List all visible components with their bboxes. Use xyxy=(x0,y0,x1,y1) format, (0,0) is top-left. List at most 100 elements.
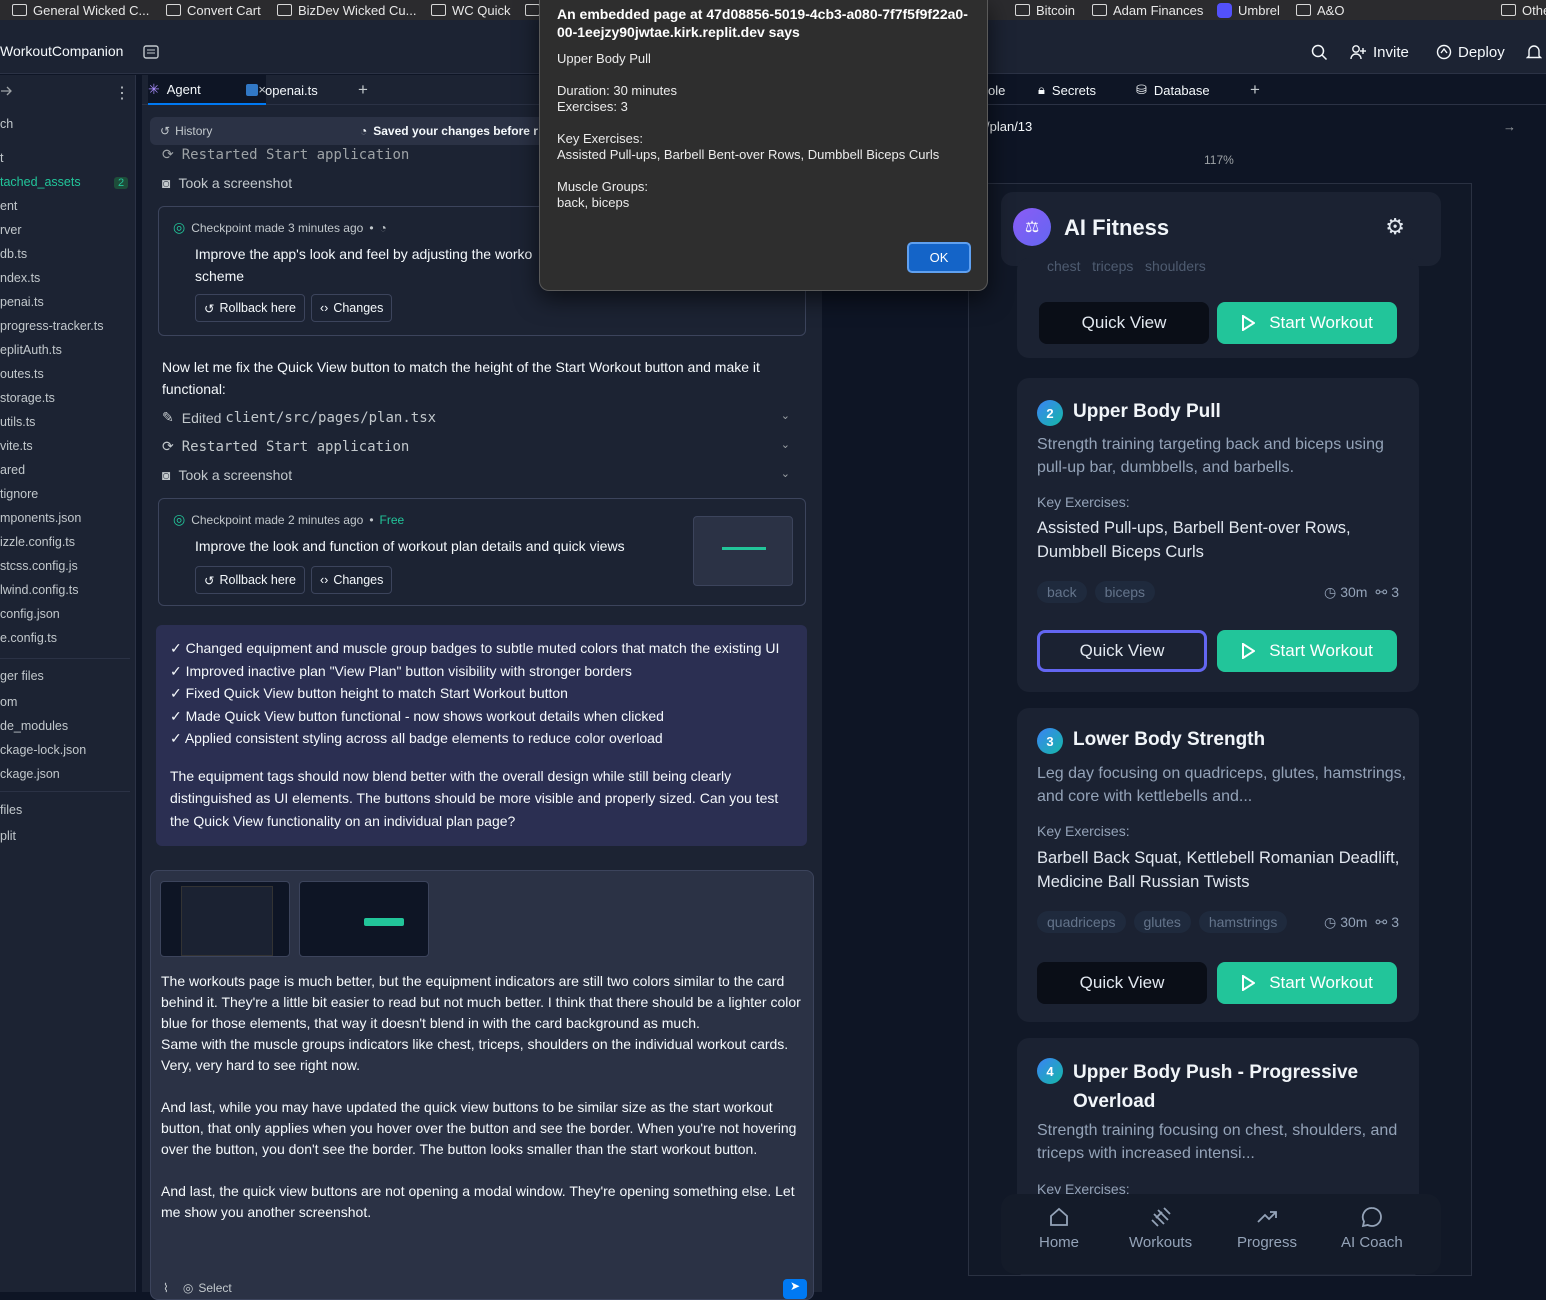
file-tree-item[interactable]: ared xyxy=(0,463,25,477)
file-tree-item[interactable]: om xyxy=(0,695,17,709)
rollback-button[interactable]: ↺ Rollback here xyxy=(195,566,305,594)
deploy-button[interactable]: Deploy xyxy=(1436,37,1505,67)
bell-icon[interactable] xyxy=(1526,37,1542,67)
user-message[interactable]: The workouts page is much better, but th… xyxy=(161,971,811,1244)
bookmark-folder[interactable]: Convert Cart xyxy=(166,1,261,19)
file-tree-item[interactable]: ent xyxy=(0,199,17,213)
chevron-down-icon: ⌄ xyxy=(780,468,790,480)
more-options-icon[interactable]: ⋮ xyxy=(114,83,130,103)
file-tree-item[interactable]: ckage.json xyxy=(0,767,60,781)
summary-list: ✓ Changed equipment and muscle group bad… xyxy=(170,637,793,750)
url-bar[interactable]: /plan/13 → xyxy=(978,113,1526,139)
file-tree-item[interactable]: outes.ts xyxy=(0,367,44,381)
start-workout-button[interactable]: Start Workout xyxy=(1217,962,1397,1004)
file-tree-item[interactable]: ckage-lock.json xyxy=(0,743,86,757)
action-screenshot[interactable]: ◙ Took a screenshot ⌄ xyxy=(162,467,812,483)
workout-card: 3 Lower Body Strength Leg day focusing o… xyxy=(1017,708,1419,1022)
history-button[interactable]: ↺ History xyxy=(160,124,212,138)
change-count-badge: 2 xyxy=(114,177,129,189)
bookmark-folder[interactable]: Bitcoin xyxy=(1015,1,1075,19)
file-tree-item[interactable]: tached_assets xyxy=(0,175,81,189)
start-workout-button[interactable]: Start Workout xyxy=(1217,302,1397,344)
restart-icon: ⟳ xyxy=(162,438,174,454)
search-icon[interactable] xyxy=(1311,37,1328,67)
check-circle-icon: ◎ xyxy=(173,219,186,235)
changes-button[interactable]: ‹› Changes xyxy=(311,566,393,594)
file-tree-item[interactable]: plit xyxy=(0,829,16,843)
file-tree-item[interactable]: ch xyxy=(0,117,13,131)
attachment-thumbnail[interactable] xyxy=(160,881,290,957)
file-tree-item[interactable]: mponents.json xyxy=(0,511,81,525)
file-tree-item[interactable]: vite.ts xyxy=(0,439,33,453)
file-tree-item[interactable]: stcss.config.js xyxy=(0,559,78,573)
file-tree-item[interactable]: storage.ts xyxy=(0,391,55,405)
input-toolbar: ⌇ ◎ Select xyxy=(163,1281,232,1295)
action-restarted[interactable]: ⟳ Restarted Start application xyxy=(162,146,409,163)
file-tree-item[interactable]: de_modules xyxy=(0,719,68,733)
file-tree-item[interactable]: utils.ts xyxy=(0,415,35,429)
action-restarted[interactable]: ⟳ Restarted Start application ⌄ xyxy=(162,438,812,455)
bookmark-folder[interactable]: Othe xyxy=(1501,1,1546,19)
action-edited[interactable]: ✎ Edited client/src/pages/plan.tsx ⌄ xyxy=(162,409,812,426)
check-circle-icon: ◎ xyxy=(173,511,186,527)
send-icon: ➤ xyxy=(789,1279,801,1293)
file-tree-item[interactable]: penai.ts xyxy=(0,295,44,309)
settings-gear-icon[interactable]: ⚙ xyxy=(1385,214,1405,240)
bookmark-folder[interactable]: WC Quick xyxy=(431,1,511,19)
start-workout-button[interactable]: Start Workout xyxy=(1217,630,1397,672)
bookmark-umbrel[interactable]: Umbrel xyxy=(1217,1,1280,19)
checkpoint-thumbnail[interactable] xyxy=(693,516,793,586)
file-tree-item[interactable]: rver xyxy=(0,223,22,237)
invite-button[interactable]: Invite xyxy=(1350,37,1409,67)
file-tree-item[interactable]: config.json xyxy=(0,607,60,621)
bookmark-folder[interactable]: Adam Finances xyxy=(1092,1,1203,19)
bookmark-folder[interactable]: A&O xyxy=(1296,1,1344,19)
select-button[interactable]: ◎ Select xyxy=(183,1281,232,1295)
arrow-right-icon[interactable]: → xyxy=(1503,119,1516,134)
nav-workouts[interactable]: Workouts xyxy=(1129,1206,1192,1251)
file-tree-item[interactable]: t xyxy=(0,151,3,165)
file-tree-item[interactable]: ndex.ts xyxy=(0,271,40,285)
file-tree-item[interactable]: ger files xyxy=(0,669,44,683)
alert-dialog: An embedded page at 47d08856-5019-4cb3-a… xyxy=(539,0,988,291)
tab-database[interactable]: ⛁ Database xyxy=(1136,75,1210,105)
rollback-button[interactable]: ↺ Rollback here xyxy=(195,294,305,322)
nav-progress[interactable]: Progress xyxy=(1237,1206,1297,1251)
file-tree-item[interactable]: eplitAuth.ts xyxy=(0,343,62,357)
logo-icon: ⚖ xyxy=(1013,208,1051,246)
layout-icon[interactable] xyxy=(143,37,159,67)
quick-view-button[interactable]: Quick View xyxy=(1039,302,1209,344)
key-exercises: Assisted Pull-ups, Barbell Bent-over Row… xyxy=(1037,519,1351,561)
file-tree-item[interactable]: progress-tracker.ts xyxy=(0,319,104,333)
project-name[interactable]: WorkoutCompanion xyxy=(0,43,123,59)
send-button[interactable]: ➤ xyxy=(783,1279,807,1299)
ok-button[interactable]: OK xyxy=(907,242,971,273)
new-tab-button[interactable]: + xyxy=(358,75,368,105)
bookmark-folder[interactable]: BizDev Wicked Cu... xyxy=(277,1,416,19)
nav-ai-coach[interactable]: AI Coach xyxy=(1341,1206,1403,1251)
quick-view-button[interactable]: Quick View xyxy=(1037,962,1207,1004)
new-tab-button[interactable]: + xyxy=(1250,75,1260,105)
nav-home[interactable]: Home xyxy=(1039,1206,1079,1251)
bookmark-folder[interactable] xyxy=(525,1,540,19)
file-tree-item[interactable]: db.ts xyxy=(0,247,27,261)
tab-openai-ts[interactable]: openai.ts xyxy=(246,75,318,105)
file-tree-item[interactable]: tignore xyxy=(0,487,38,501)
file-tree-item[interactable]: lwind.config.ts xyxy=(0,583,79,597)
action-screenshot[interactable]: ◙ Took a screenshot xyxy=(162,175,292,191)
file-tree-collapse-icon[interactable] xyxy=(0,85,16,97)
tab-secrets[interactable]: 🔒︎ Secrets xyxy=(1038,75,1096,105)
file-tree-item[interactable]: e.config.ts xyxy=(0,631,57,645)
bookmark-folder[interactable]: General Wicked C... xyxy=(12,1,149,19)
dialog-title: An embedded page at 47d08856-5019-4cb3-a… xyxy=(557,6,968,40)
changes-button[interactable]: ‹› Changes xyxy=(311,294,393,322)
quick-view-button[interactable]: Quick View xyxy=(1037,630,1207,672)
tab-console[interactable]: ole xyxy=(988,75,1005,105)
paperclip-icon[interactable]: ⌇ xyxy=(163,1281,169,1295)
agent-message: Now let me fix the Quick View button to … xyxy=(162,359,760,397)
file-tree-item[interactable]: files xyxy=(0,803,22,817)
file-tree-item[interactable]: izzle.config.ts xyxy=(0,535,75,549)
key-exercises: Barbell Back Squat, Kettlebell Romanian … xyxy=(1037,849,1400,891)
chat-input[interactable]: The workouts page is much better, but th… xyxy=(150,870,814,1300)
attachment-thumbnail[interactable] xyxy=(299,881,429,957)
